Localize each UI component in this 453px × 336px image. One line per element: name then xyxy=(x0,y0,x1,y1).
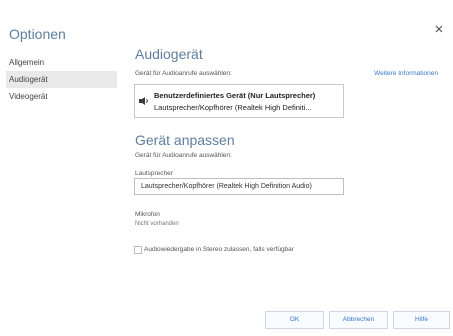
customize-header: Gerät anpassen xyxy=(135,132,235,148)
more-info-link[interactable]: Weitere Informationen xyxy=(374,70,438,77)
options-content: Audiogerät Gerät für Audioanrufe auswähl… xyxy=(120,0,453,336)
sidebar-item-audio-device[interactable]: Audiogerät xyxy=(6,71,117,88)
sidebar-item-general[interactable]: Allgemein xyxy=(6,54,117,71)
customize-select-label: Gerät für Audioanrufe auswählen: xyxy=(135,152,232,159)
audio-device-header: Audiogerät xyxy=(135,46,203,62)
options-sidebar: Optionen Allgemein Audiogerät Videogerät xyxy=(0,0,121,336)
ok-button[interactable]: OK xyxy=(265,311,324,329)
stereo-checkbox-label: Audiowiedergabe in Stereo zulassen, fall… xyxy=(144,246,294,253)
audio-device-selector[interactable]: Benutzerdefiniertes Gerät (Nur Lautsprec… xyxy=(134,84,344,118)
speaker-icon xyxy=(138,94,150,106)
mic-status: Nicht vorhanden xyxy=(135,221,179,227)
close-icon[interactable] xyxy=(434,21,444,33)
mic-label: Mikrofon xyxy=(135,211,160,218)
dialog-title: Optionen xyxy=(9,26,66,42)
stereo-checkbox[interactable] xyxy=(134,246,142,254)
speaker-dropdown[interactable]: Lautsprecher/Kopfhörer (Realtek High Def… xyxy=(134,178,344,195)
speaker-label: Lautsprecher xyxy=(135,170,173,177)
audio-device-title: Benutzerdefiniertes Gerät (Nur Lautsprec… xyxy=(154,91,316,100)
audio-device-subtitle: Lautsprecher/Kopfhörer (Realtek High Def… xyxy=(154,103,312,112)
cancel-button[interactable]: Abbrechen xyxy=(329,311,388,329)
help-button[interactable]: Hilfe xyxy=(393,311,450,329)
audio-select-label: Gerät für Audioanrufe auswählen: xyxy=(135,70,232,77)
sidebar-item-video-device[interactable]: Videogerät xyxy=(6,88,117,105)
